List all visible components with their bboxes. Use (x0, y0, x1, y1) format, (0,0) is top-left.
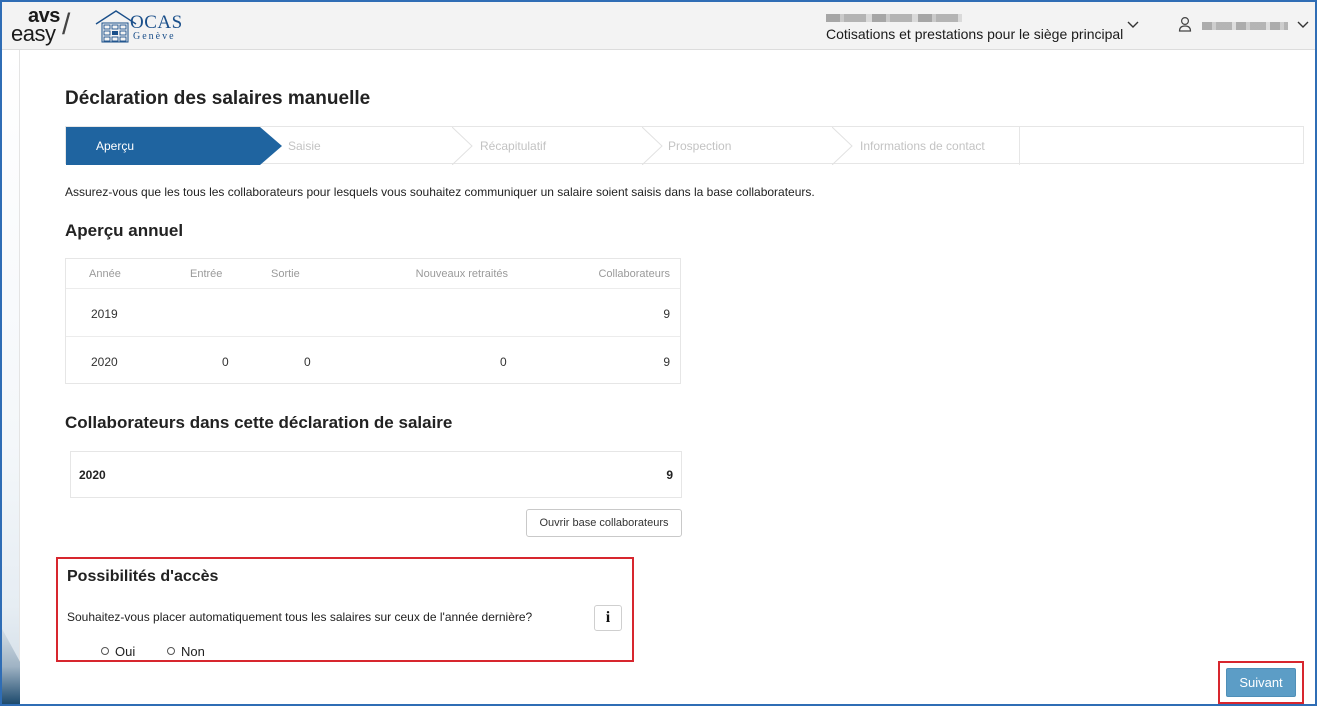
decorative-corner (2, 628, 20, 704)
access-options-heading: Possibilités d'accès (67, 568, 219, 585)
next-button-highlight: Suivant (1218, 661, 1304, 704)
step-label: Prospection (668, 139, 732, 153)
progress-stepper: Aperçu Saisie Récapitulatif Prospection … (65, 126, 1304, 165)
avs-easy-logo[interactable]: avs easy (8, 5, 62, 47)
table-header: Année Entrée Sortie Nouveaux retraités C… (66, 259, 680, 289)
radio-circle-icon[interactable] (167, 647, 175, 655)
step-label: Récapitulatif (480, 139, 547, 153)
column-header: Collaborateurs (598, 268, 670, 280)
exits-cell: 0 (304, 355, 311, 369)
step-recapitulatif[interactable]: Récapitulatif (480, 127, 630, 165)
next-button[interactable]: Suivant (1226, 668, 1296, 697)
user-icon[interactable] (1178, 16, 1192, 32)
step-separator (642, 127, 663, 165)
column-header: Sortie (271, 268, 300, 280)
top-bar: avs easy / OCAS Genève Cotisations et pr… (2, 2, 1315, 50)
table-row: 2020 0 0 0 9 (66, 336, 680, 384)
page-title: Déclaration des salaires manuelle (65, 88, 371, 109)
annual-overview-heading: Aperçu annuel (65, 221, 184, 240)
open-collaborators-button[interactable]: Ouvrir base collaborateurs (526, 509, 682, 537)
step-separator (832, 127, 853, 165)
step-arrow-active (260, 127, 282, 165)
organization-subtitle: Cotisations et prestations pour le siège… (826, 26, 1124, 42)
chevron-down-icon[interactable] (1296, 18, 1310, 32)
ocas-logo[interactable]: OCAS Genève (94, 8, 204, 44)
radio-circle-icon[interactable] (101, 647, 109, 655)
redacted-username[interactable] (1202, 22, 1288, 30)
year-cell: 2019 (91, 307, 118, 321)
step-separator (452, 127, 473, 165)
radio-oui[interactable]: Oui (101, 644, 135, 659)
logo-separator: / (62, 8, 71, 41)
step-label: Saisie (288, 139, 321, 153)
access-options-section: Possibilités d'accès Souhaitez-vous plac… (56, 557, 634, 662)
step-label: Informations de contact (860, 139, 985, 153)
step-label: Aperçu (96, 139, 135, 153)
auto-salary-question: Souhaitez-vous placer automatiquement to… (67, 610, 533, 624)
radio-non[interactable]: Non (167, 644, 205, 659)
instruction-text: Assurez-vous que les tous les collaborat… (65, 185, 815, 199)
column-header: Nouveaux retraités (415, 268, 508, 280)
step-prospection[interactable]: Prospection (668, 127, 818, 165)
column-header: Entrée (190, 268, 223, 280)
collaborators-summary: 2020 9 (70, 451, 682, 498)
left-gutter (2, 50, 20, 704)
collaborators-heading: Collaborateurs dans cette déclaration de… (65, 413, 453, 432)
chevron-down-icon[interactable] (1126, 18, 1140, 32)
step-apercu[interactable]: Aperçu (66, 127, 260, 165)
collaborators-cell: 9 (663, 307, 670, 321)
info-icon[interactable]: i (594, 605, 622, 631)
logo-easy-text: easy (11, 21, 56, 46)
column-header: Année (89, 268, 121, 280)
logo-geneve-text: Genève (133, 31, 176, 42)
radio-label: Non (181, 644, 205, 659)
step-saisie[interactable]: Saisie (288, 127, 438, 165)
annual-overview-table: Année Entrée Sortie Nouveaux retraités C… (65, 258, 681, 384)
step-informations-contact[interactable]: Informations de contact (860, 127, 1020, 165)
redacted-organization-name (826, 14, 962, 22)
organization-selector[interactable]: Cotisations et prestations pour le siège… (826, 14, 1156, 46)
summary-count: 9 (666, 468, 673, 482)
collaborators-cell: 9 (663, 355, 670, 369)
table-row: 2019 9 (66, 288, 680, 336)
new-retirees-cell: 0 (500, 355, 507, 369)
radio-label: Oui (115, 644, 136, 659)
year-cell: 2020 (91, 355, 118, 369)
summary-year: 2020 (79, 468, 106, 482)
entries-cell: 0 (222, 355, 229, 369)
